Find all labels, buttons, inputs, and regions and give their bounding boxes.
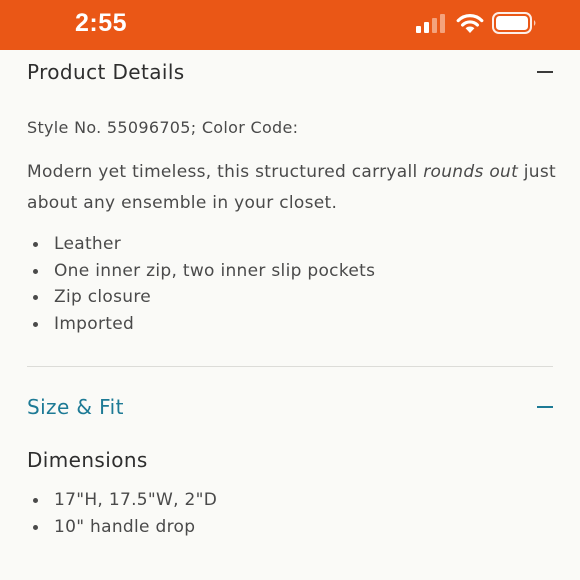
dimension-item: 10" handle drop: [27, 514, 217, 541]
feature-list: Leather One inner zip, two inner slip po…: [27, 231, 375, 337]
section-divider: [27, 366, 553, 367]
status-bar: 2:55: [0, 0, 580, 50]
dimensions-heading: Dimensions: [27, 448, 148, 472]
feature-item: Imported: [27, 311, 375, 338]
size-fit-title: Size & Fit: [27, 395, 124, 419]
dimension-item: 17"H, 17.5"W, 2"D: [27, 487, 217, 514]
feature-item: Leather: [27, 231, 375, 258]
cellular-signal-icon: [416, 14, 445, 33]
wifi-icon: [456, 14, 484, 33]
description-emphasis: rounds out: [423, 162, 519, 182]
collapse-minus-icon[interactable]: [537, 406, 553, 408]
feature-item: One inner zip, two inner slip pockets: [27, 258, 375, 285]
product-details-title: Product Details: [27, 60, 185, 84]
description-text: Modern yet timeless, this structured car…: [27, 162, 424, 182]
product-details-header[interactable]: Product Details: [27, 57, 553, 87]
dimensions-list: 17"H, 17.5"W, 2"D 10" handle drop: [27, 487, 217, 540]
product-info-panel: Product Details Style No. 55096705; Colo…: [0, 50, 580, 580]
battery-icon: [492, 12, 536, 34]
style-number: Style No. 55096705; Color Code:: [27, 118, 299, 137]
size-fit-header[interactable]: Size & Fit: [27, 392, 553, 422]
feature-item: Zip closure: [27, 284, 375, 311]
collapse-minus-icon[interactable]: [537, 71, 553, 73]
status-time: 2:55: [75, 9, 128, 37]
product-description: Modern yet timeless, this structured car…: [27, 157, 557, 219]
